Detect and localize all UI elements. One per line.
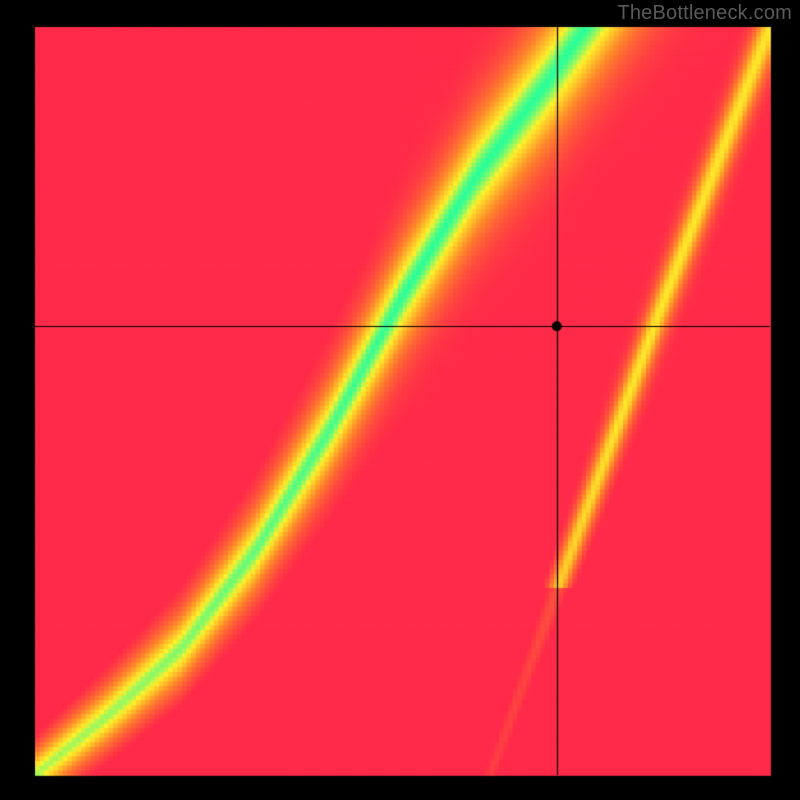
crosshair-overlay (0, 0, 800, 800)
chart-frame: TheBottleneck.com (0, 0, 800, 800)
watermark-text: TheBottleneck.com (617, 2, 792, 25)
